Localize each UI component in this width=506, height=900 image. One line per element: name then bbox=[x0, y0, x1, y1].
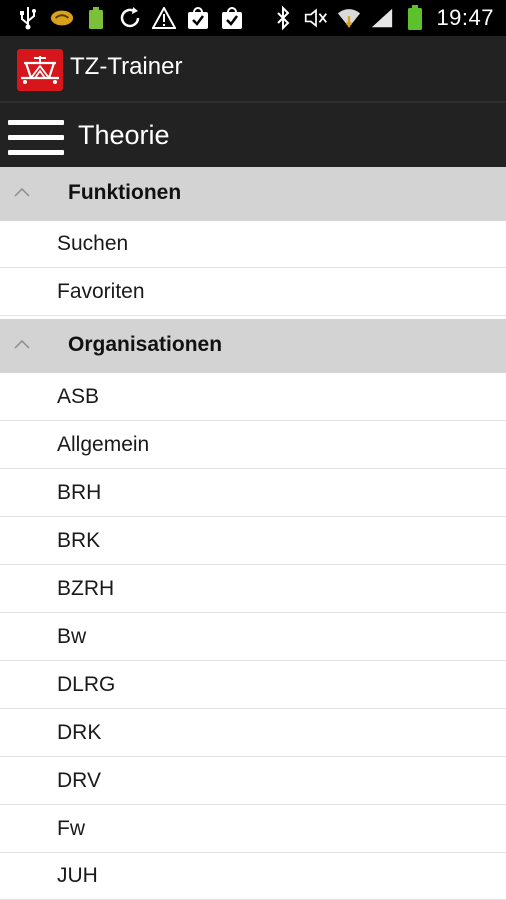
battery-icon bbox=[403, 5, 427, 30]
list-item-label: BZRH bbox=[57, 577, 115, 600]
list-item-bw[interactable]: Bw bbox=[0, 614, 506, 661]
list-item-brk[interactable]: BRK bbox=[0, 518, 506, 565]
list-item-suchen[interactable]: Suchen bbox=[0, 221, 506, 268]
app-badge-icon bbox=[50, 6, 74, 30]
usb-icon bbox=[16, 6, 40, 30]
list-item-brh[interactable]: BRH bbox=[0, 470, 506, 517]
list-item-label: DRV bbox=[57, 769, 101, 792]
list-item-label: JUH bbox=[57, 864, 98, 887]
list-item-label: ASB bbox=[57, 385, 100, 408]
mute-icon bbox=[304, 6, 328, 30]
list-item-label: Allgemein bbox=[57, 433, 150, 456]
bluetooth-icon bbox=[271, 6, 295, 30]
battery-app-icon bbox=[84, 6, 108, 30]
wifi-icon bbox=[337, 6, 361, 30]
list-item-drk[interactable]: DRK bbox=[0, 710, 506, 757]
list-item-label: Bw bbox=[57, 625, 87, 648]
warning-icon bbox=[152, 6, 176, 30]
list-item-label: Favoriten bbox=[57, 280, 145, 303]
list-item-juh[interactable]: JUH bbox=[0, 853, 506, 900]
chevron-up-icon bbox=[12, 335, 32, 355]
status-bar-notifications bbox=[16, 0, 244, 36]
list-item-label: DRK bbox=[57, 721, 102, 744]
status-bar: 19:47 bbox=[0, 0, 506, 36]
list-item-label: Suchen bbox=[57, 232, 129, 255]
app-logo-icon[interactable] bbox=[17, 49, 63, 91]
list-item-drv[interactable]: DRV bbox=[0, 758, 506, 805]
list-item-asb[interactable]: ASB bbox=[0, 374, 506, 421]
page-title: Theorie bbox=[78, 120, 170, 150]
chevron-up-icon bbox=[12, 183, 32, 203]
group-header-organisationen[interactable]: Organisationen bbox=[0, 319, 506, 373]
list-item-label: BRK bbox=[57, 529, 101, 552]
app-title: TZ-Trainer bbox=[70, 53, 183, 80]
app-bar: TZ-Trainer bbox=[0, 36, 506, 104]
hamburger-menu-icon[interactable] bbox=[8, 120, 64, 160]
list-item-favoriten[interactable]: Favoriten bbox=[0, 269, 506, 316]
group-label: Organisationen bbox=[68, 333, 223, 356]
group-header-funktionen[interactable]: Funktionen bbox=[0, 167, 506, 221]
list-item-fw[interactable]: Fw bbox=[0, 806, 506, 853]
shopping-bag-check-icon bbox=[220, 6, 244, 30]
group-label: Funktionen bbox=[68, 181, 182, 204]
list-item-bzrh[interactable]: BZRH bbox=[0, 566, 506, 613]
navigation-bar: Theorie bbox=[0, 103, 506, 167]
list-item-label: Fw bbox=[57, 817, 85, 840]
list-item-label: DLRG bbox=[57, 673, 116, 696]
list-item-dlrg[interactable]: DLRG bbox=[0, 662, 506, 709]
status-bar-system: 19:47 bbox=[271, 0, 494, 36]
sync-icon bbox=[118, 6, 142, 30]
list-item-label: BRH bbox=[57, 481, 102, 504]
list-item-allgemein[interactable]: Allgemein bbox=[0, 422, 506, 469]
shopping-bag-check-icon bbox=[186, 6, 210, 30]
signal-icon bbox=[370, 6, 394, 30]
status-time: 19:47 bbox=[436, 5, 494, 30]
